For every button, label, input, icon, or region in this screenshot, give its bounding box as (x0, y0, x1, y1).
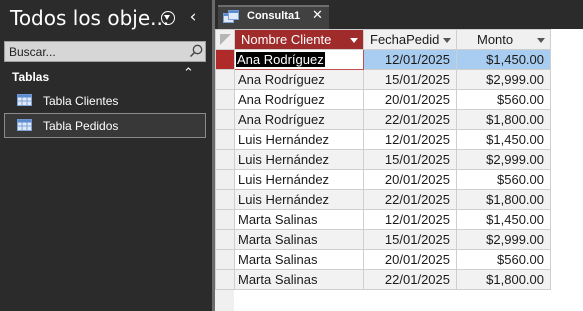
column-header-fechapedid[interactable]: FechaPedid (363, 29, 457, 50)
nav-item-label: Tabla Clientes (43, 94, 119, 108)
datasheet-view: Nombre Cliente FechaPedid Monto Ana Rodr… (215, 29, 583, 311)
cell-fechapedid[interactable]: 22/01/2025 (363, 109, 457, 130)
filter-dropdown-icon[interactable] (537, 38, 545, 43)
table-row[interactable]: Luis Hernández 15/01/2025 $2,999.00 (215, 149, 551, 170)
cell-nombre-cliente[interactable]: Marta Salinas (234, 269, 364, 290)
table-row[interactable]: Luis Hernández 20/01/2025 $560.00 (215, 169, 551, 190)
column-header-nombre-cliente[interactable]: Nombre Cliente (234, 29, 364, 50)
search-box (4, 41, 206, 62)
cell-monto[interactable]: $1,450.00 (456, 49, 551, 70)
record-selector[interactable] (215, 169, 235, 190)
column-header-monto[interactable]: Monto (456, 29, 551, 50)
cell-monto[interactable]: $2,999.00 (456, 149, 551, 170)
cell-nombre-cliente[interactable]: Luis Hernández (234, 149, 364, 170)
cell-monto[interactable]: $1,450.00 (456, 129, 551, 150)
collapse-pane-icon[interactable]: ‹ (184, 5, 202, 29)
cell-monto[interactable]: $1,800.00 (456, 189, 551, 210)
cell-monto[interactable]: $560.00 (456, 89, 551, 110)
query-icon (223, 10, 239, 23)
record-selector[interactable] (215, 149, 235, 170)
record-selector[interactable] (215, 269, 235, 290)
cell-fechapedid[interactable]: 15/01/2025 (363, 149, 457, 170)
cell-nombre-cliente[interactable]: Marta Salinas (234, 249, 364, 270)
table-row[interactable]: Ana Rodríguez 15/01/2025 $2,999.00 (215, 69, 551, 90)
cell-fechapedid[interactable]: 12/01/2025 (363, 49, 457, 70)
table-row[interactable]: Marta Salinas 15/01/2025 $2,999.00 (215, 229, 551, 250)
cell-nombre-cliente[interactable]: Ana Rodríguez (234, 49, 364, 70)
record-selector[interactable] (215, 229, 235, 250)
nav-item-tabla-pedidos[interactable]: Tabla Pedidos (4, 113, 206, 138)
document-tabstrip: Consulta1 ✕ (215, 0, 583, 29)
table-row[interactable]: Ana Rodríguez 20/01/2025 $560.00 (215, 89, 551, 110)
nav-pane-title[interactable]: Todos los obje... (10, 6, 169, 30)
cell-nombre-cliente[interactable]: Ana Rodríguez (234, 89, 364, 110)
cell-monto[interactable]: $560.00 (456, 169, 551, 190)
cell-nombre-cliente[interactable]: Ana Rodríguez (234, 109, 364, 130)
navigation-pane: Todos los obje... ‹ Tablas ⌃ Tabla Clien… (0, 0, 212, 311)
selected-cell-text[interactable]: Ana Rodríguez (236, 52, 325, 67)
table-row[interactable]: Ana Rodríguez 12/01/2025 $1,450.00 (215, 49, 551, 70)
cell-fechapedid[interactable]: 12/01/2025 (363, 209, 457, 230)
column-header-label: FechaPedid (370, 32, 440, 47)
datasheet-grid: Nombre Cliente FechaPedid Monto Ana Rodr… (215, 29, 551, 290)
close-icon[interactable]: ✕ (312, 8, 323, 23)
record-selector[interactable] (215, 89, 235, 110)
record-selector[interactable] (215, 49, 235, 70)
record-selector[interactable] (215, 109, 235, 130)
cell-monto[interactable]: $2,999.00 (456, 229, 551, 250)
record-selector[interactable] (215, 129, 235, 150)
chevron-up-icon[interactable]: ⌃ (183, 66, 194, 81)
record-selector[interactable] (215, 249, 235, 270)
cell-fechapedid[interactable]: 20/01/2025 (363, 89, 457, 110)
cell-nombre-cliente[interactable]: Marta Salinas (234, 229, 364, 250)
search-input[interactable] (9, 43, 177, 60)
table-row[interactable]: Marta Salinas 20/01/2025 $560.00 (215, 249, 551, 270)
tab-consulta1[interactable]: Consulta1 ✕ (218, 5, 329, 29)
cell-nombre-cliente[interactable]: Luis Hernández (234, 189, 364, 210)
table-row[interactable]: Luis Hernández 12/01/2025 $1,450.00 (215, 129, 551, 150)
nav-menu-dropdown-icon[interactable] (161, 11, 175, 25)
table-icon (17, 119, 32, 131)
table-row[interactable]: Marta Salinas 22/01/2025 $1,800.00 (215, 269, 551, 290)
filter-dropdown-icon[interactable] (350, 38, 358, 43)
cell-fechapedid[interactable]: 15/01/2025 (363, 69, 457, 90)
cell-nombre-cliente[interactable]: Ana Rodríguez (234, 69, 364, 90)
table-icon (17, 94, 32, 106)
record-selector[interactable] (215, 69, 235, 90)
cell-fechapedid[interactable]: 12/01/2025 (363, 129, 457, 150)
cell-monto[interactable]: $560.00 (456, 249, 551, 270)
cell-fechapedid[interactable]: 22/01/2025 (363, 189, 457, 210)
nav-item-tabla-clientes[interactable]: Tabla Clientes (4, 88, 206, 113)
cell-monto[interactable]: $1,800.00 (456, 269, 551, 290)
cell-fechapedid[interactable]: 22/01/2025 (363, 269, 457, 290)
table-row[interactable]: Marta Salinas 12/01/2025 $1,450.00 (215, 209, 551, 230)
column-header-label: Monto (477, 32, 514, 47)
nav-item-label: Tabla Pedidos (43, 119, 119, 133)
cell-nombre-cliente[interactable]: Luis Hernández (234, 129, 364, 150)
select-all-corner[interactable] (215, 29, 235, 50)
cell-monto[interactable]: $1,450.00 (456, 209, 551, 230)
cell-fechapedid[interactable]: 20/01/2025 (363, 249, 457, 270)
column-header-label: Nombre Cliente (241, 32, 332, 47)
search-icon[interactable] (189, 44, 203, 58)
record-selector[interactable] (215, 189, 235, 210)
table-row[interactable]: Luis Hernández 22/01/2025 $1,800.00 (215, 189, 551, 210)
cell-nombre-cliente[interactable]: Marta Salinas (234, 209, 364, 230)
cell-fechapedid[interactable]: 15/01/2025 (363, 229, 457, 250)
cell-nombre-cliente[interactable]: Luis Hernández (234, 169, 364, 190)
table-row[interactable]: Ana Rodríguez 22/01/2025 $1,800.00 (215, 109, 551, 130)
record-selector[interactable] (215, 209, 235, 230)
cell-fechapedid[interactable]: 20/01/2025 (363, 169, 457, 190)
group-header-tables[interactable]: Tablas (12, 70, 49, 84)
filter-dropdown-icon[interactable] (443, 38, 451, 43)
cell-monto[interactable]: $1,800.00 (456, 109, 551, 130)
cell-monto[interactable]: $2,999.00 (456, 69, 551, 90)
tab-label: Consulta1 (247, 10, 301, 22)
